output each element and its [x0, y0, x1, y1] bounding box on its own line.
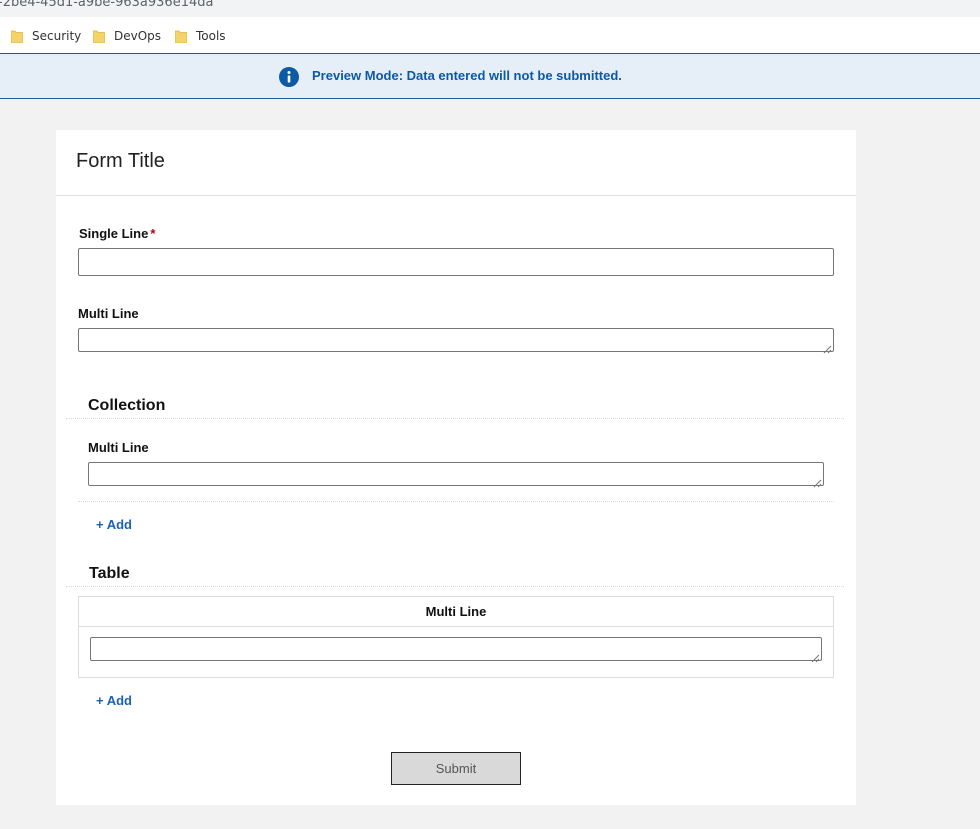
form-title: Form Title	[76, 150, 165, 172]
collection-multi-line-textarea[interactable]	[88, 462, 824, 488]
bookmark-security[interactable]: Security	[11, 27, 81, 45]
single-line-label-text: Single Line	[79, 226, 149, 241]
collection-item-divider	[78, 501, 834, 502]
required-marker: *	[150, 226, 156, 241]
collection-title: Collection	[88, 397, 166, 414]
collection-field-label: Multi Line	[88, 440, 149, 455]
bookmark-label: Security	[32, 29, 82, 43]
form-header: Form Title	[56, 130, 856, 196]
preview-banner: Preview Mode: Data entered will not be s…	[0, 54, 980, 99]
folder-icon	[11, 29, 23, 43]
table-divider	[66, 586, 844, 587]
single-line-input[interactable]	[78, 248, 834, 276]
collection-add-button[interactable]: + Add	[96, 517, 132, 532]
bookmarks-bar: Security DevOps Tools	[0, 17, 980, 54]
url-text: -2be4-45d1-a9be-963a936e14da	[0, 0, 214, 10]
resize-grip-icon[interactable]	[823, 341, 832, 354]
resize-grip-icon[interactable]	[811, 650, 820, 663]
submit-button[interactable]: Submit	[391, 752, 521, 785]
table-header-row: Multi Line	[79, 597, 833, 627]
single-line-label: Single Line *	[79, 226, 155, 241]
multi-line-textarea[interactable]	[78, 328, 834, 354]
table-column-header: Multi Line	[425, 604, 487, 619]
bookmark-label: Tools	[196, 29, 226, 43]
address-bar[interactable]: -2be4-45d1-a9be-963a936e14da	[0, 0, 980, 17]
collection-divider	[66, 418, 844, 419]
preview-message: Preview Mode: Data entered will not be s…	[312, 68, 622, 83]
folder-icon	[175, 29, 187, 43]
bookmark-label: DevOps	[114, 29, 162, 43]
table-grid: Multi Line	[78, 596, 834, 678]
table-multi-line-textarea[interactable]	[90, 637, 822, 663]
folder-icon	[93, 29, 105, 43]
table-add-button[interactable]: + Add	[96, 693, 132, 708]
bookmark-tools[interactable]: Tools	[175, 27, 226, 45]
info-icon	[279, 67, 299, 87]
form-card: Form Title Single Line * Multi Line Colle…	[56, 130, 856, 805]
bookmark-devops[interactable]: DevOps	[93, 27, 161, 45]
table-title: Table	[89, 565, 130, 582]
multi-line-label: Multi Line	[78, 306, 139, 321]
resize-grip-icon[interactable]	[813, 475, 822, 488]
